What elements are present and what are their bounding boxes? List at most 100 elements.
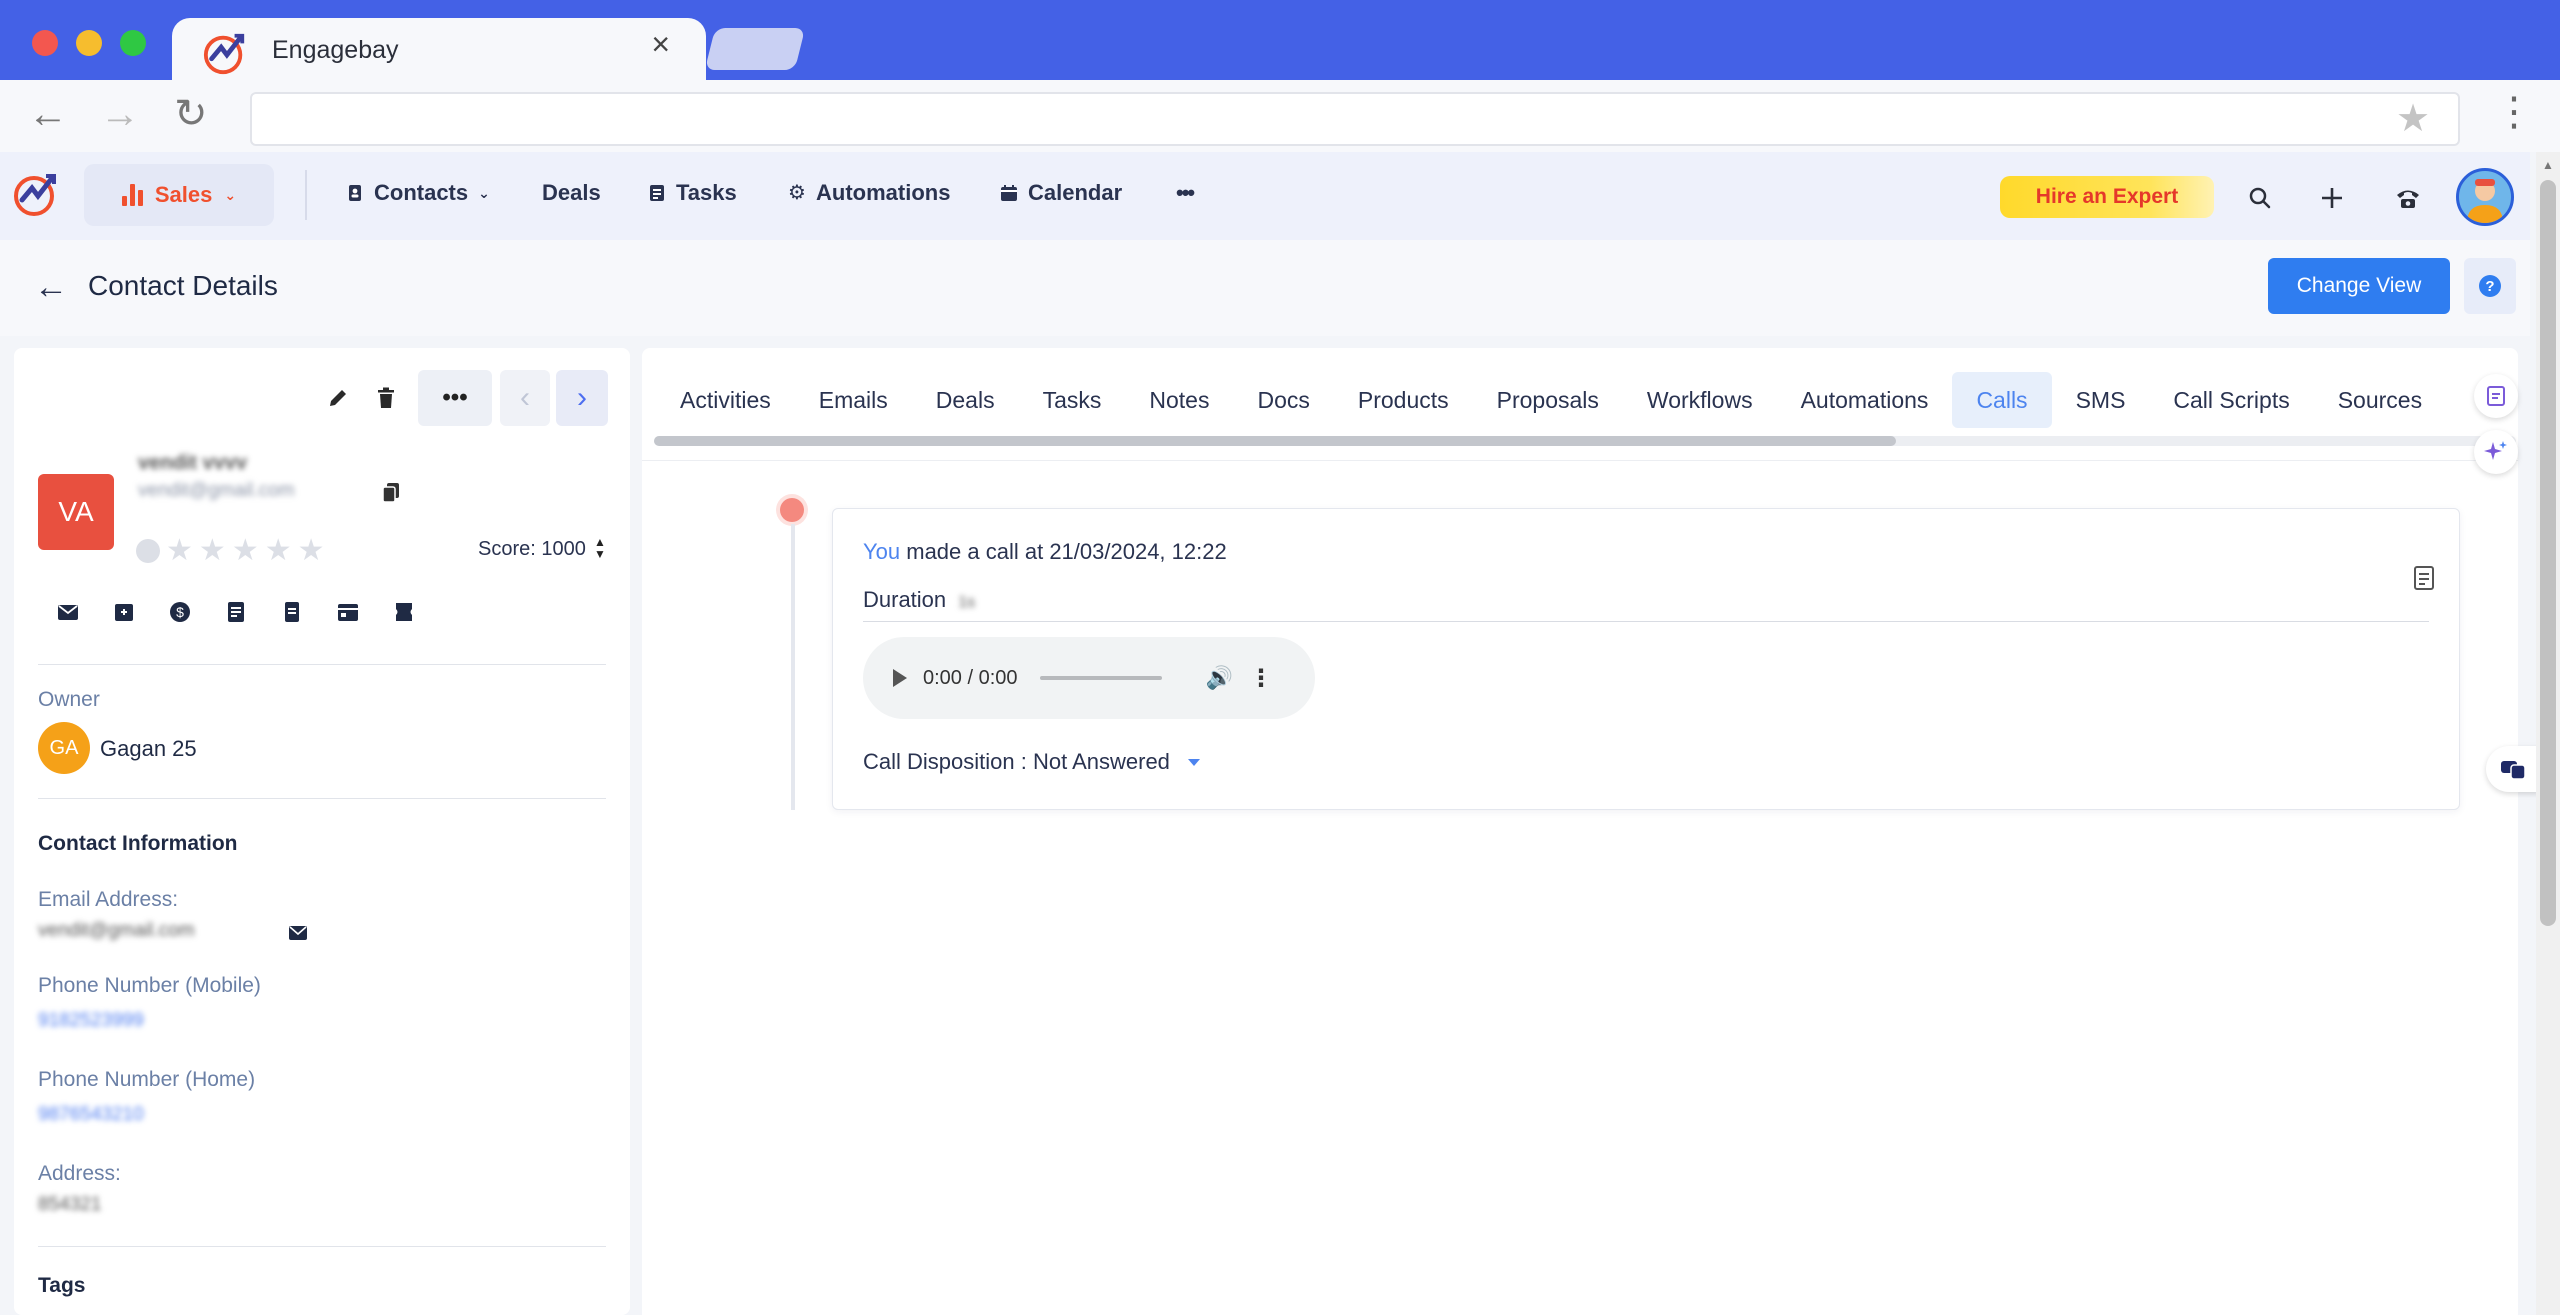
dollar-icon[interactable]: $ [168,600,192,624]
score-stepper-icon[interactable]: ▲ ▼ [594,536,606,560]
back-arrow-icon[interactable]: ← [34,268,68,307]
app-logo-icon[interactable] [12,170,60,218]
change-view-button[interactable]: Change View [2268,258,2450,314]
forward-arrow-icon[interactable]: → [100,94,140,134]
timeline-line [791,524,795,810]
more-menu-icon[interactable]: ••• [1176,180,1195,206]
menu-automations[interactable]: ⚙ Automations [788,180,950,206]
window-minimize-button[interactable] [76,30,102,56]
ai-sparkle-icon[interactable] [2474,430,2518,474]
scroll-up-icon[interactable]: ▲ [2542,158,2554,172]
star-icon[interactable]: ★ [166,536,193,566]
menu-calendar[interactable]: Calendar [1000,180,1122,206]
page-header: ← Contact Details Change View ? [0,240,2530,336]
tab-call-scripts[interactable]: Call Scripts [2149,372,2313,428]
score-label: Score: 1000 [478,538,586,560]
ticket-icon[interactable] [392,600,416,624]
menu-deals[interactable]: Deals [542,180,601,206]
home-phone-value[interactable]: 9876543210 [38,1104,144,1126]
module-switcher-sales[interactable]: Sales ⌄ [84,164,274,226]
search-icon[interactable] [2240,178,2280,218]
tabs-scrollbar-thumb[interactable] [654,436,1896,446]
calendar-icon[interactable] [336,600,360,624]
contact-avatar: VA [38,474,114,550]
menu-contacts-label: Contacts [374,180,469,205]
mobile-phone-value[interactable]: 9182523999 [38,1010,144,1032]
star-icon[interactable]: ★ [298,536,325,566]
contact-email: vendit@gmail.com [138,480,295,501]
menu-tasks[interactable]: Tasks [648,180,737,206]
new-tab-button[interactable] [704,28,806,70]
audio-player[interactable]: 0:00 / 0:00 🔊 ⋮ [863,637,1315,719]
tab-docs[interactable]: Docs [1233,372,1333,428]
mobile-phone-label: Phone Number (Mobile) [38,974,261,997]
previous-contact-button[interactable]: ‹ [500,370,550,426]
close-tab-icon[interactable]: × [651,28,670,60]
star-icon[interactable]: ★ [265,536,292,566]
call-disposition-dropdown[interactable]: Call Disposition : Not Answered [863,749,1200,775]
tab-sms[interactable]: SMS [2052,372,2150,428]
more-actions-button[interactable]: ••• [418,370,492,426]
contact-profile-card: ••• ‹ › VA vendit vvvv vendit@gmail.com … [14,348,630,1315]
audio-menu-icon[interactable]: ⋮ [1249,664,1273,693]
email-address-label: Email Address: [38,888,179,911]
tab-products[interactable]: Products [1334,372,1473,428]
delete-icon[interactable] [366,370,406,426]
edit-icon[interactable] [318,370,358,426]
menu-deals-label: Deals [542,180,601,205]
star-rating[interactable]: ★ ★ ★ ★ ★ [136,536,325,566]
tab-tasks[interactable]: Tasks [1019,372,1126,428]
tab-calls[interactable]: Calls [1952,372,2052,428]
note-icon[interactable] [280,600,304,624]
tab-proposals[interactable]: Proposals [1473,372,1623,428]
add-icon[interactable] [2312,178,2352,218]
back-arrow-icon[interactable]: ← [28,94,68,134]
chat-support-icon[interactable] [2486,746,2540,792]
help-button[interactable]: ? [2464,258,2516,314]
bar-chart-icon [121,184,143,206]
phone-icon[interactable] [2388,178,2428,218]
copy-icon[interactable] [382,482,400,504]
chevron-down-icon: ⌄ [478,184,490,201]
owner-name[interactable]: Gagan 25 [100,736,197,762]
task-icon[interactable] [224,600,248,624]
user-avatar[interactable] [2456,168,2514,226]
next-contact-button[interactable]: › [556,370,608,426]
menu-calendar-label: Calendar [1028,180,1123,205]
play-icon[interactable] [893,669,907,687]
star-icon[interactable]: ★ [232,536,259,566]
tab-automations[interactable]: Automations [1777,372,1953,428]
hire-expert-button[interactable]: Hire an Expert [2000,176,2214,218]
star-icon[interactable]: ★ [199,536,226,566]
call-actor[interactable]: You [863,539,900,564]
email-address-value[interactable]: vendit@gmail.com [38,920,195,942]
send-email-icon[interactable] [288,924,308,942]
volume-icon[interactable]: 🔊 [1206,665,1233,691]
email-icon[interactable] [56,600,80,624]
tab-sources[interactable]: Sources [2314,372,2446,428]
tags-title: Tags [38,1274,86,1297]
window-close-button[interactable] [32,30,58,56]
audio-progress-bar[interactable] [1039,676,1162,680]
owner-label: Owner [38,688,100,711]
browser-menu-icon[interactable]: ⋮ [2494,92,2534,132]
svg-text:$: $ [176,604,184,620]
divider [38,664,606,665]
call-log-card: You made a call at 21/03/2024, 12:22 Dur… [832,508,2460,810]
tab-activities[interactable]: Activities [656,372,795,428]
window-maximize-button[interactable] [120,30,146,56]
note-icon[interactable] [2413,565,2435,591]
tab-workflows[interactable]: Workflows [1623,372,1777,428]
tab-deals[interactable]: Deals [912,372,1019,428]
add-deal-icon[interactable] [112,600,136,624]
document-icon[interactable] [2474,374,2518,418]
tab-notes[interactable]: Notes [1125,372,1233,428]
url-input[interactable] [250,92,2460,146]
tab-emails[interactable]: Emails [795,372,912,428]
browser-tab[interactable]: Engagebay × [172,18,706,80]
page-scrollbar-thumb[interactable] [2540,180,2556,926]
owner-avatar: GA [38,722,90,774]
clear-rating-icon[interactable] [136,539,160,563]
reload-icon[interactable]: ↻ [174,94,208,134]
menu-contacts[interactable]: Contacts ⌄ [346,180,490,206]
